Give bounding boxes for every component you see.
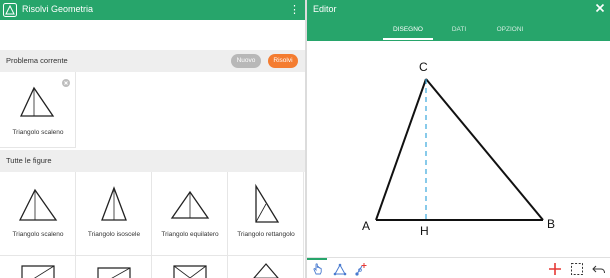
triangle-select-icon[interactable] bbox=[333, 262, 347, 276]
rectangle-icon bbox=[97, 267, 131, 278]
figures-pane: Risolvi Geometria ⋮ Problema corrente Nu… bbox=[0, 0, 305, 278]
triangle-right-icon bbox=[255, 183, 280, 223]
active-tool-indicator bbox=[307, 258, 327, 260]
figure-card-right[interactable]: Triangolo rettangolo bbox=[228, 172, 304, 256]
all-figures-header: Tutte le figure bbox=[0, 150, 305, 172]
side-ac bbox=[375, 78, 427, 221]
kite-icon bbox=[253, 263, 279, 278]
figure-card-scalene[interactable]: Triangolo scaleno bbox=[0, 172, 76, 256]
selection-box-icon[interactable] bbox=[570, 262, 584, 276]
current-figure-caption: Triangolo scaleno bbox=[12, 129, 64, 136]
tab-disegno[interactable]: DISEGNO bbox=[383, 26, 433, 33]
figure-caption: Triangolo isoscele bbox=[87, 231, 141, 238]
risolvi-button[interactable]: Risolvi bbox=[268, 54, 298, 68]
editor-pane: Editor DISEGNO DATI OPZIONI C A B H bbox=[307, 0, 610, 278]
figure-caption: Triangolo rettangolo bbox=[237, 231, 295, 238]
add-icon[interactable] bbox=[548, 262, 562, 276]
triangle-drawing bbox=[375, 78, 544, 221]
rhombus-icon bbox=[173, 265, 207, 278]
tab-dati[interactable]: DATI bbox=[442, 26, 476, 33]
drawing-canvas[interactable]: C A B H bbox=[307, 41, 610, 257]
figure-card-kite[interactable] bbox=[228, 256, 304, 278]
editor-app-bar: Editor DISEGNO DATI OPZIONI bbox=[307, 0, 610, 41]
editor-title: Editor bbox=[313, 4, 337, 14]
current-problem-label: Problema corrente bbox=[6, 56, 68, 65]
app-root: Risolvi Geometria ⋮ Problema corrente Nu… bbox=[0, 0, 610, 278]
square-icon bbox=[21, 265, 55, 278]
figure-caption: Triangolo scaleno bbox=[12, 231, 64, 238]
figure-card-isosceles[interactable]: Triangolo isoscele bbox=[76, 172, 152, 256]
all-figures-label: Tutte le figure bbox=[6, 156, 52, 165]
figures-grid: Triangolo scaleno Triangolo isoscele Tri… bbox=[0, 172, 305, 278]
figure-card-equilateral[interactable]: Triangolo equilatero bbox=[152, 172, 228, 256]
app-logo-icon bbox=[3, 3, 17, 17]
left-app-bar: Risolvi Geometria ⋮ bbox=[0, 0, 305, 20]
editor-toolbar bbox=[307, 257, 610, 278]
figure-card-rectangle[interactable] bbox=[76, 256, 152, 278]
current-problem-header: Problema corrente Nuovo Risolvi bbox=[0, 50, 305, 72]
app-title: Risolvi Geometria bbox=[22, 4, 94, 14]
vertex-label-h: H bbox=[420, 224, 429, 238]
tab-opzioni[interactable]: OPZIONI bbox=[492, 26, 528, 33]
triangle-isosceles-icon bbox=[101, 186, 127, 221]
vertex-label-b: B bbox=[547, 217, 556, 231]
hand-pointer-icon[interactable] bbox=[311, 262, 325, 276]
toolbar-spacer bbox=[0, 20, 305, 50]
figure-caption: Triangolo equilatero bbox=[161, 231, 219, 238]
more-vert-icon[interactable]: ⋮ bbox=[289, 3, 300, 17]
triangle-equilateral-icon bbox=[170, 190, 210, 219]
triangle-scalene-icon bbox=[18, 188, 58, 221]
nuovo-button[interactable]: Nuovo bbox=[231, 54, 261, 68]
undo-icon[interactable] bbox=[592, 262, 606, 276]
vertex-label-a: A bbox=[362, 219, 371, 233]
side-cb bbox=[425, 78, 544, 221]
triangle-scalene-icon bbox=[19, 86, 55, 117]
current-figure-card[interactable]: Triangolo scaleno bbox=[0, 72, 76, 148]
figure-card-rhombus[interactable] bbox=[152, 256, 228, 278]
close-icon[interactable] bbox=[62, 79, 70, 87]
vertex-label-c: C bbox=[419, 60, 428, 74]
close-icon[interactable] bbox=[595, 3, 605, 13]
active-tab-indicator bbox=[383, 38, 433, 40]
add-point-icon[interactable] bbox=[354, 262, 368, 276]
figure-card-square[interactable] bbox=[0, 256, 76, 278]
